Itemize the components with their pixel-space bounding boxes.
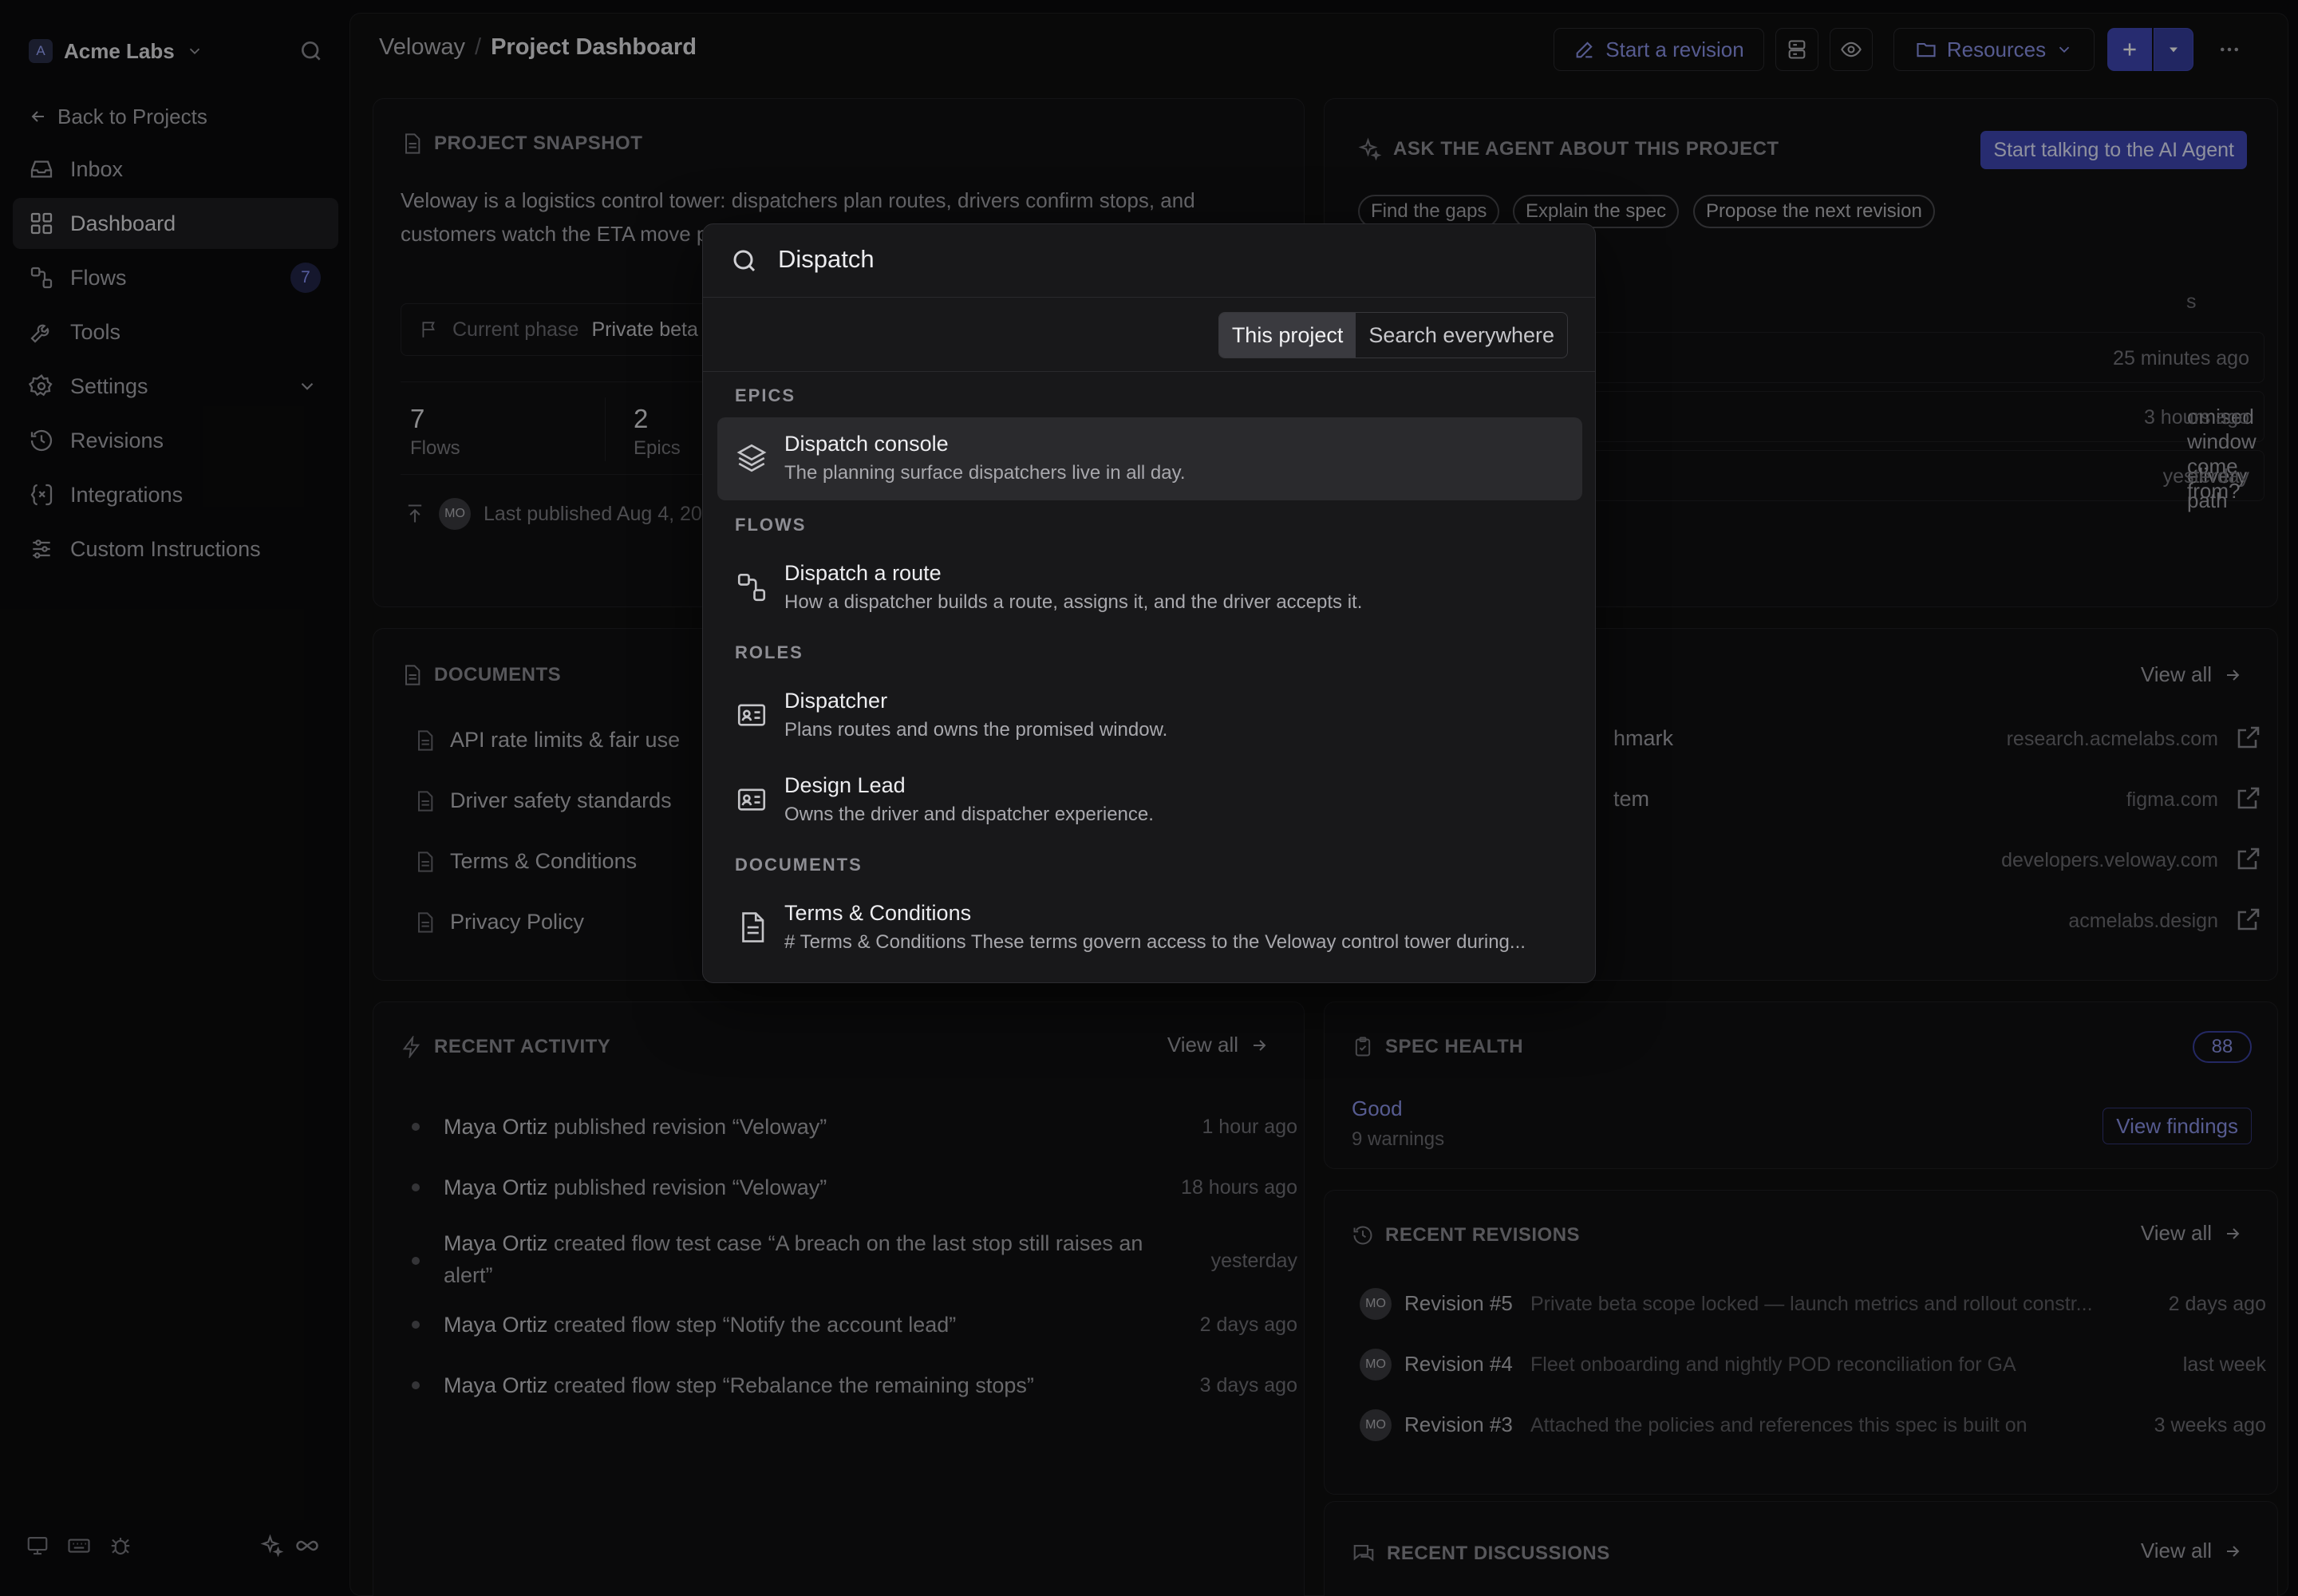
section-label-documents: DOCUMENTS bbox=[735, 855, 863, 875]
flow-icon bbox=[735, 571, 768, 604]
layers-icon bbox=[735, 441, 768, 475]
result-subtitle: Owns the driver and dispatcher experienc… bbox=[784, 804, 1154, 825]
divider bbox=[703, 371, 1595, 372]
result-subtitle: How a dispatcher builds a route, assigns… bbox=[784, 591, 1363, 613]
result-subtitle: Plans routes and owns the promised windo… bbox=[784, 719, 1168, 741]
result-subtitle: The planning surface dispatchers live in… bbox=[784, 462, 1186, 484]
result-title: Dispatch console bbox=[784, 432, 949, 456]
search-result-role[interactable]: Dispatcher Plans routes and owns the pro… bbox=[717, 674, 1582, 757]
search-scope-toggle: This project Search everywhere bbox=[1218, 312, 1568, 358]
search-result-role[interactable]: Design Lead Owns the driver and dispatch… bbox=[717, 759, 1582, 842]
result-title: Design Lead bbox=[784, 773, 906, 797]
section-label-roles: ROLES bbox=[735, 642, 804, 662]
section-label-epics: EPICS bbox=[735, 385, 796, 405]
scope-everywhere-button[interactable]: Search everywhere bbox=[1356, 313, 1567, 358]
command-palette: Dispatch This project Search everywhere … bbox=[702, 223, 1596, 983]
scope-this-project-button[interactable]: This project bbox=[1218, 313, 1356, 358]
id-card-icon bbox=[735, 698, 768, 732]
section-label-flows: FLOWS bbox=[735, 515, 807, 535]
search-result-epic[interactable]: Dispatch console The planning surface di… bbox=[717, 417, 1582, 500]
search-input[interactable]: Dispatch bbox=[778, 245, 875, 274]
search-result-flow[interactable]: Dispatch a route How a dispatcher builds… bbox=[717, 547, 1582, 630]
palette-search-bar: Dispatch bbox=[703, 224, 1595, 298]
search-result-document[interactable]: Terms & Conditions # Terms & Conditions … bbox=[717, 887, 1582, 970]
document-icon bbox=[735, 911, 768, 944]
search-icon bbox=[730, 247, 759, 275]
id-card-icon bbox=[735, 783, 768, 816]
result-title: Dispatch a route bbox=[784, 561, 942, 585]
result-title: Terms & Conditions bbox=[784, 901, 972, 925]
result-subtitle: # Terms & Conditions These terms govern … bbox=[784, 931, 1526, 953]
result-title: Dispatcher bbox=[784, 689, 888, 713]
